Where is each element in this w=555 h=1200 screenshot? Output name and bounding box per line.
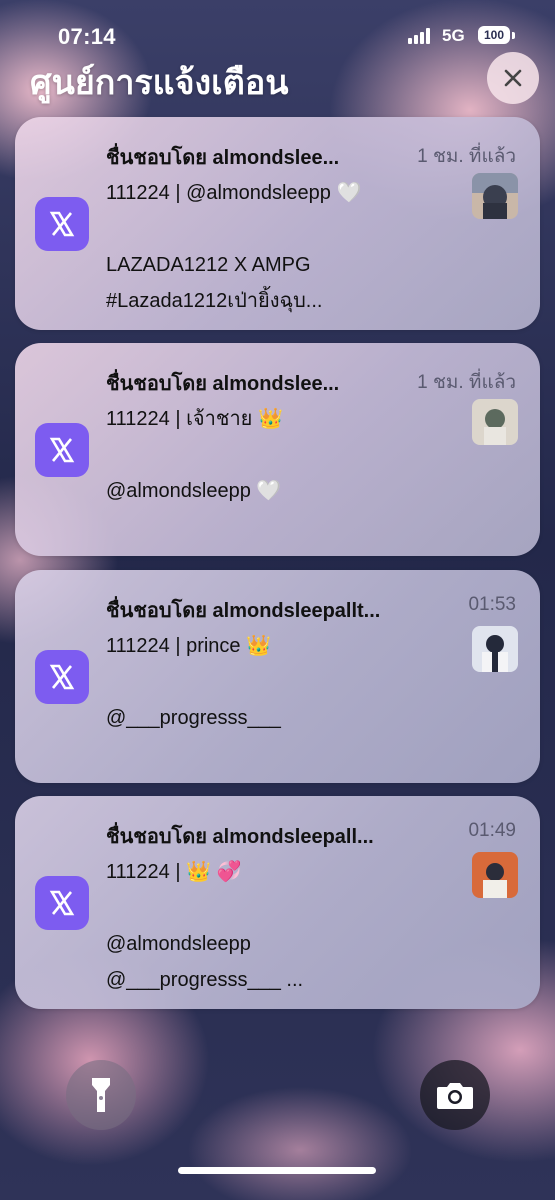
notification-sender: ชื่นชอบโดย almondsleepall... (106, 826, 374, 848)
cellular-signal-icon (408, 28, 434, 44)
notification-card[interactable]: ชื่นชอบโดย almondsleepall... 01:49 11122… (15, 796, 540, 1009)
notification-card[interactable]: ชื่นชอบโดย almondsleepallt... 01:53 1112… (15, 570, 540, 783)
notification-center-title: ศูนย์การแจ้งเตือน (30, 64, 289, 102)
battery-tip (512, 32, 515, 39)
network-type: 5G (442, 26, 465, 45)
notification-sender: ชื่นชอบโดย almondslee... (106, 373, 340, 395)
notification-thumbnail (472, 626, 518, 672)
flashlight-button[interactable] (66, 1060, 136, 1130)
notification-thumbnail (472, 173, 518, 219)
notification-body: 111224 | @almondsleepp 🤍 LAZADA1212 X AM… (106, 182, 362, 312)
notification-timestamp: 1 ชม. ที่แล้ว (417, 372, 516, 393)
notification-thumbnail (472, 852, 518, 898)
battery-icon: 100 (478, 26, 510, 44)
camera-button[interactable] (420, 1060, 490, 1130)
notification-card[interactable]: ชื่นชอบโดย almondslee... 1 ชม. ที่แล้ว 1… (15, 117, 540, 330)
clear-notifications-button[interactable] (487, 52, 539, 104)
notification-body: 111224 | 👑 💞 @almondsleepp @___progresss… (106, 861, 304, 991)
x-logo-icon (35, 650, 89, 704)
notification-sender: ชื่นชอบโดย almondslee... (106, 147, 340, 169)
close-icon (504, 69, 522, 87)
home-indicator[interactable] (178, 1167, 376, 1174)
notification-thumbnail (472, 399, 518, 445)
notification-body: 111224 | prince 👑 @___progresss___ (106, 635, 281, 729)
status-time: 07:14 (58, 24, 116, 49)
x-logo-icon (35, 197, 89, 251)
notification-sender: ชื่นชอบโดย almondsleepallt... (106, 600, 381, 622)
notification-card[interactable]: ชื่นชอบโดย almondslee... 1 ชม. ที่แล้ว 1… (15, 343, 540, 556)
x-logo-icon (35, 423, 89, 477)
notification-timestamp: 1 ชม. ที่แล้ว (417, 146, 516, 167)
camera-icon (437, 1083, 473, 1109)
notification-body: 111224 | เจ้าชาย 👑 @almondsleepp 🤍 (106, 408, 283, 502)
flashlight-icon (92, 1078, 110, 1112)
notification-timestamp: 01:49 (468, 820, 516, 841)
x-logo-icon (35, 876, 89, 930)
notification-timestamp: 01:53 (468, 594, 516, 615)
